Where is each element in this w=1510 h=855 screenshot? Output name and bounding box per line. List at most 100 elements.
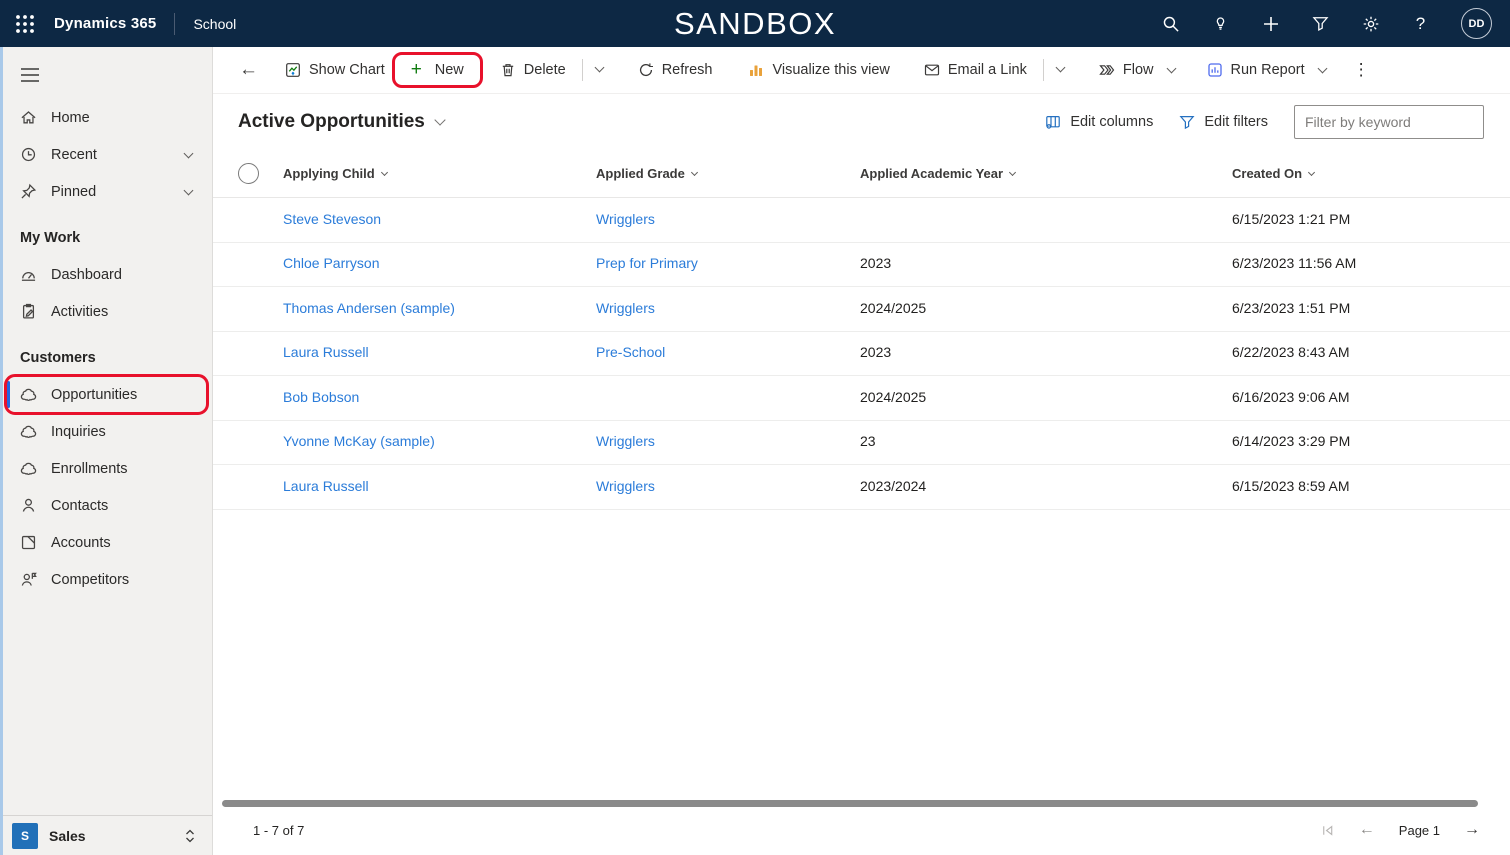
academic-year-cell: 2023 bbox=[860, 255, 892, 272]
dynamics-365-brand[interactable]: Dynamics 365 bbox=[54, 15, 156, 32]
edit-columns-label: Edit columns bbox=[1070, 113, 1154, 130]
show-chart-button[interactable]: Show Chart bbox=[272, 56, 398, 84]
applied-grade-link[interactable]: Pre-School bbox=[596, 344, 665, 360]
page-number-label: Page 1 bbox=[1398, 822, 1440, 838]
column-header-applied-grade[interactable]: Applied Grade bbox=[596, 166, 860, 181]
sidebar-item-label: Pinned bbox=[51, 183, 97, 200]
sidebar-item-label: Dashboard bbox=[51, 266, 122, 283]
flow-button[interactable]: Flow bbox=[1086, 56, 1188, 84]
filter-by-keyword-input[interactable] bbox=[1294, 104, 1484, 139]
column-header-applied-academic-year[interactable]: Applied Academic Year bbox=[860, 166, 1232, 181]
back-button[interactable]: ← bbox=[225, 59, 272, 81]
area-switcher[interactable]: S Sales bbox=[3, 815, 212, 855]
email-link-button[interactable]: Email a Link bbox=[911, 56, 1040, 84]
filter-icon[interactable] bbox=[1311, 14, 1330, 33]
applying-child-link[interactable]: Laura Russell bbox=[283, 478, 369, 494]
table-row[interactable]: Laura Russell Pre-School 2023 6/22/2023 … bbox=[213, 332, 1510, 376]
sidebar-item-contacts[interactable]: Contacts bbox=[3, 487, 212, 524]
view-selector[interactable]: Active Opportunities bbox=[238, 111, 446, 133]
table-row[interactable]: Bob Bobson 2024/2025 6/16/2023 9:06 AM bbox=[213, 376, 1510, 421]
command-bar: ← Show Chart + New Delete Refresh Visual… bbox=[213, 47, 1510, 94]
previous-page-icon[interactable]: ← bbox=[1359, 821, 1375, 839]
horizontal-scrollbar-track bbox=[213, 795, 1510, 811]
help-icon[interactable]: ? bbox=[1411, 14, 1430, 33]
created-on-cell: 6/16/2023 9:06 AM bbox=[1232, 388, 1350, 405]
lightbulb-icon[interactable] bbox=[1211, 14, 1230, 33]
current-app-name[interactable]: School bbox=[193, 16, 236, 32]
sidebar-item-inquiries[interactable]: Inquiries bbox=[3, 413, 212, 450]
applied-grade-link[interactable]: Wrigglers bbox=[596, 478, 655, 494]
command-label: Show Chart bbox=[309, 62, 385, 78]
new-button[interactable]: + New bbox=[391, 52, 483, 88]
command-divider bbox=[581, 59, 583, 81]
bar-chart-icon bbox=[748, 62, 764, 78]
app-launcher-waffle-icon[interactable] bbox=[14, 13, 36, 35]
delete-button[interactable]: Delete bbox=[487, 56, 579, 84]
plus-icon[interactable] bbox=[1261, 14, 1280, 33]
view-header: Active Opportunities Edit columns Edit f… bbox=[213, 94, 1510, 149]
select-all-rows-circle[interactable] bbox=[238, 162, 259, 184]
chevron-down-icon[interactable] bbox=[183, 148, 194, 158]
search-icon[interactable] bbox=[1161, 14, 1180, 33]
sidebar-item-label: Contacts bbox=[51, 497, 109, 514]
report-icon bbox=[1207, 62, 1223, 78]
more-commands-icon[interactable]: ⋮ bbox=[1339, 60, 1384, 80]
area-switcher-chevrons-icon[interactable] bbox=[184, 828, 196, 844]
command-label: Visualize this view bbox=[772, 62, 890, 78]
refresh-button[interactable]: Refresh bbox=[625, 56, 726, 84]
sidebar-item-recent[interactable]: Recent bbox=[3, 136, 212, 173]
visualize-view-button[interactable]: Visualize this view bbox=[735, 56, 902, 84]
sidebar-item-pinned[interactable]: Pinned bbox=[3, 173, 212, 210]
collapse-sitemap-icon[interactable] bbox=[20, 67, 40, 83]
chevron-down-icon[interactable] bbox=[183, 185, 194, 195]
command-label: Refresh bbox=[661, 62, 713, 78]
command-label: New bbox=[434, 62, 464, 78]
envelope-icon bbox=[924, 62, 940, 78]
command-divider bbox=[1042, 59, 1044, 81]
applying-child-link[interactable]: Laura Russell bbox=[283, 344, 369, 360]
applied-grade-link[interactable]: Prep for Primary bbox=[596, 255, 698, 271]
selected-indicator bbox=[7, 381, 10, 408]
chevron-down-icon bbox=[1009, 168, 1017, 176]
delete-dropdown-chevron-icon[interactable] bbox=[586, 55, 613, 85]
created-on-cell: 6/14/2023 3:29 PM bbox=[1232, 433, 1351, 450]
run-report-button[interactable]: Run Report bbox=[1194, 56, 1339, 84]
record-count: 1 - 7 of 7 bbox=[253, 822, 305, 838]
sidebar-item-enrollments[interactable]: Enrollments bbox=[3, 450, 212, 487]
horizontal-scrollbar-thumb[interactable] bbox=[222, 799, 1478, 807]
gear-icon[interactable] bbox=[1361, 14, 1380, 33]
sidebar-item-label: Accounts bbox=[51, 534, 111, 551]
edit-filters-button[interactable]: Edit filters bbox=[1179, 114, 1268, 130]
chevron-down-icon bbox=[434, 114, 446, 126]
sidebar-item-home[interactable]: Home bbox=[3, 99, 212, 136]
applying-child-link[interactable]: Bob Bobson bbox=[283, 389, 359, 405]
sidebar-item-label: Home bbox=[51, 109, 90, 126]
column-header-applying-child[interactable]: Applying Child bbox=[283, 166, 596, 181]
sitemap-sidebar: Home Recent Pinned My Work Dashboard Act… bbox=[0, 47, 213, 855]
table-row[interactable]: Chloe Parryson Prep for Primary 2023 6/2… bbox=[213, 243, 1510, 287]
applied-grade-link[interactable]: Wrigglers bbox=[596, 433, 655, 449]
avatar[interactable]: DD bbox=[1461, 8, 1492, 39]
table-row[interactable]: Laura Russell Wrigglers 2023/2024 6/15/2… bbox=[213, 465, 1510, 510]
applying-child-link[interactable]: Yvonne McKay (sample) bbox=[283, 433, 435, 449]
sidebar-item-opportunities[interactable]: Opportunities bbox=[3, 374, 212, 415]
email-dropdown-chevron-icon[interactable] bbox=[1047, 55, 1074, 85]
sidebar-item-accounts[interactable]: Accounts bbox=[3, 524, 212, 561]
edit-columns-button[interactable]: Edit columns bbox=[1045, 114, 1153, 130]
applied-grade-link[interactable]: Wrigglers bbox=[596, 300, 655, 316]
applying-child-link[interactable]: Steve Steveson bbox=[283, 211, 381, 227]
applying-child-link[interactable]: Chloe Parryson bbox=[283, 255, 380, 271]
table-row[interactable]: Steve Steveson Wrigglers 6/15/2023 1:21 … bbox=[213, 198, 1510, 243]
first-page-icon[interactable] bbox=[1320, 823, 1335, 838]
column-header-created-on[interactable]: Created On bbox=[1232, 166, 1510, 181]
applied-grade-link[interactable]: Wrigglers bbox=[596, 211, 655, 227]
sidebar-item-dashboard[interactable]: Dashboard bbox=[3, 256, 212, 293]
applying-child-link[interactable]: Thomas Andersen (sample) bbox=[283, 300, 455, 316]
next-page-icon[interactable]: → bbox=[1464, 821, 1480, 839]
table-row[interactable]: Thomas Andersen (sample) Wrigglers 2024/… bbox=[213, 287, 1510, 332]
table-row[interactable]: Yvonne McKay (sample) Wrigglers 23 6/14/… bbox=[213, 421, 1510, 465]
sidebar-item-activities[interactable]: Activities bbox=[3, 293, 212, 330]
sidebar-item-label: Activities bbox=[51, 303, 109, 320]
app-window: SANDBOX Dynamics 365 School ? DD Home Re… bbox=[0, 0, 1510, 855]
sidebar-item-competitors[interactable]: Competitors bbox=[3, 561, 212, 598]
